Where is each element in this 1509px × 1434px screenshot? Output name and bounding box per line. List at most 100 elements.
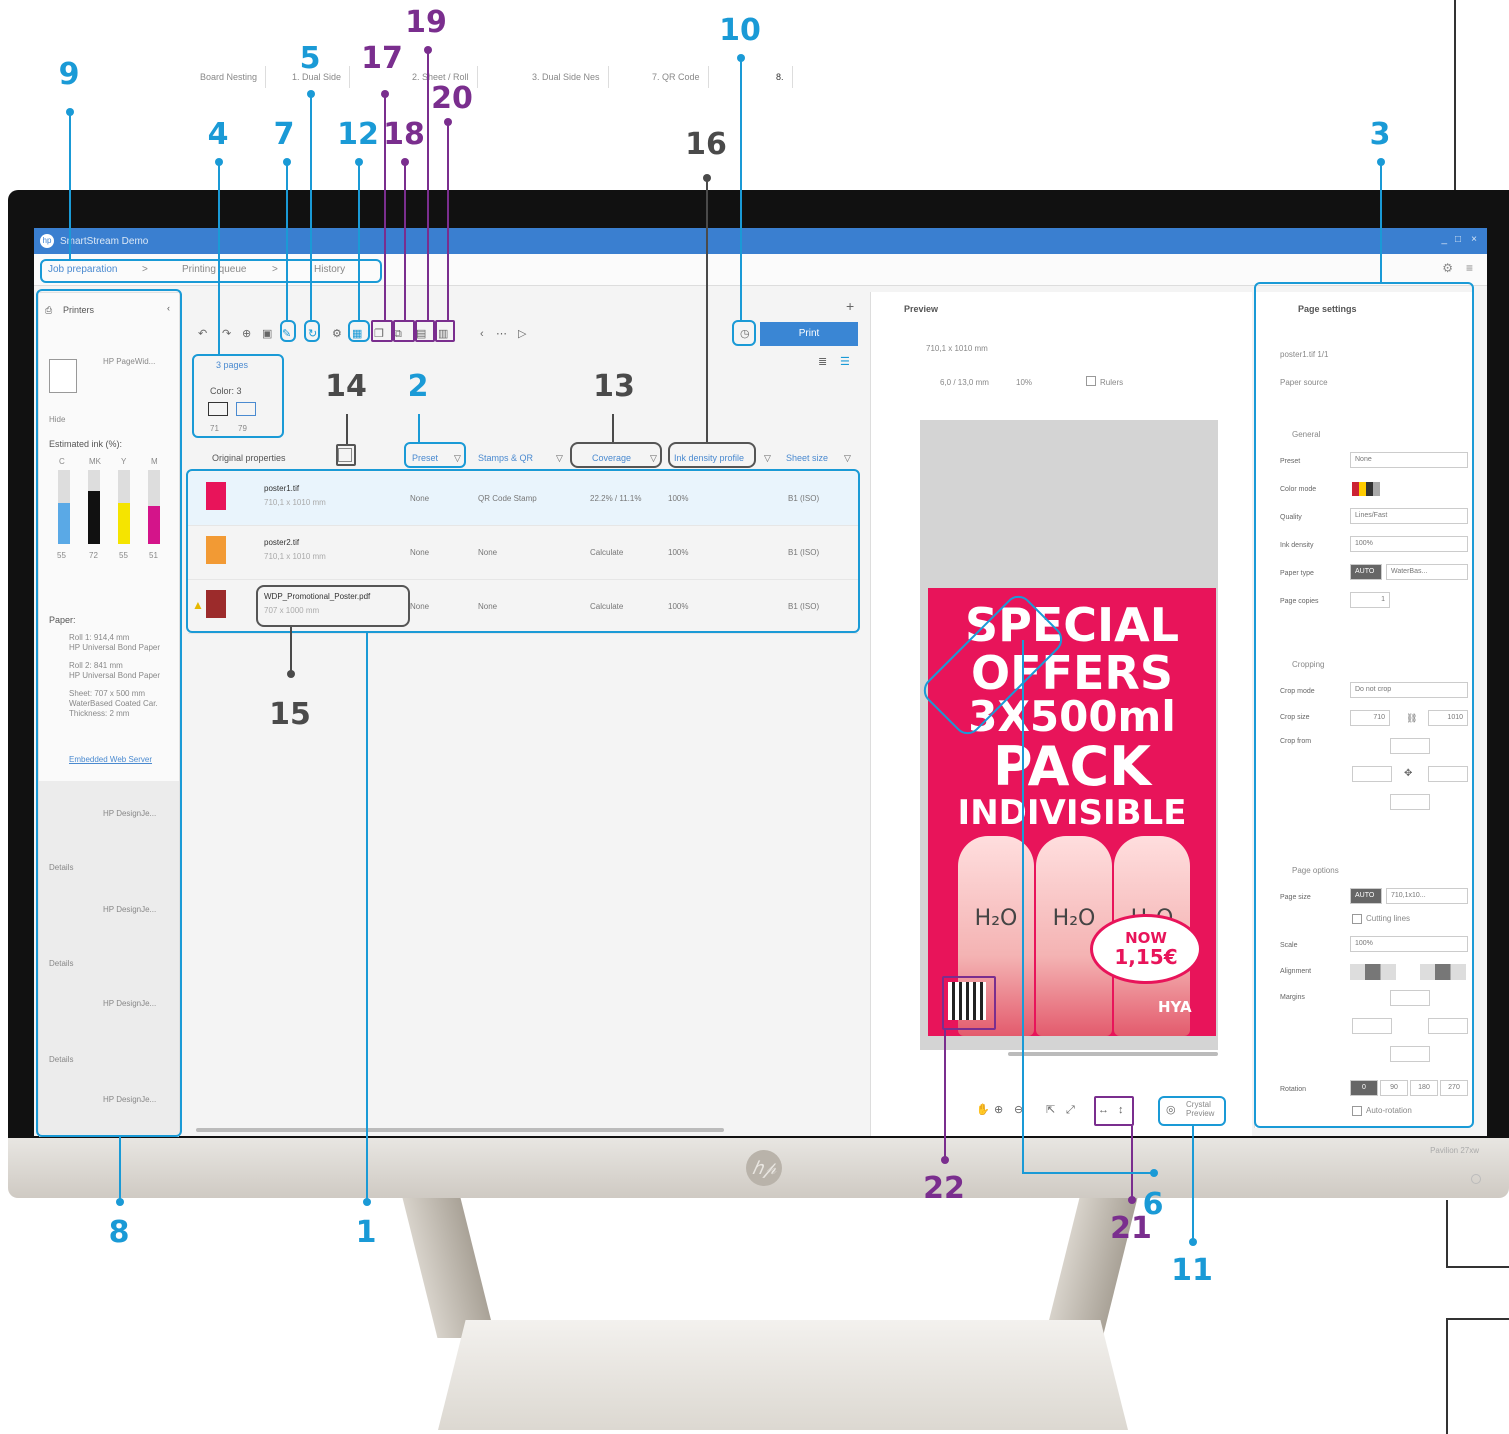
preview-size-info: 6,0 / 13,0 mm	[940, 378, 989, 387]
close-icon[interactable]: ×	[1471, 234, 1477, 245]
save-icon[interactable]: ▣	[262, 328, 272, 340]
more-icon[interactable]: ⋯	[496, 328, 507, 340]
rulers-checkbox[interactable]	[1086, 376, 1096, 386]
callout-box-13	[570, 442, 662, 468]
callout-dot	[363, 1198, 371, 1206]
callout-line-1	[366, 633, 368, 1201]
minimize-icon[interactable]: _	[1441, 234, 1447, 245]
power-icon[interactable]	[1471, 1174, 1481, 1184]
callout-line-15	[290, 627, 292, 673]
callout-line-10	[740, 56, 742, 320]
rulers-label: Rulers	[1100, 378, 1124, 387]
hand-icon[interactable]: ✋	[976, 1104, 990, 1116]
callout-dot	[424, 46, 432, 54]
filter-icon[interactable]: ▽	[764, 452, 771, 464]
maximize-icon[interactable]: □	[1455, 234, 1461, 245]
monitor-base	[438, 1320, 1128, 1430]
callout-dot	[703, 174, 711, 182]
badge-price: 1,15€	[1114, 945, 1178, 969]
callout-box-2	[404, 442, 466, 468]
callout-line-18	[404, 160, 406, 320]
add-icon[interactable]: ⊕	[242, 328, 251, 340]
callout-dot	[215, 158, 223, 166]
tab-current[interactable]: 8.	[768, 66, 793, 88]
callout-dot	[287, 670, 295, 678]
callout-box-22	[942, 976, 996, 1030]
app-logo-icon: hp	[40, 234, 54, 248]
callout-box-16	[668, 442, 756, 468]
callout-17: 17	[361, 41, 403, 76]
menu-icon[interactable]: ≡	[1466, 261, 1473, 275]
hp-logo-icon: ℎ𝓅	[746, 1150, 782, 1186]
callout-2: 2	[407, 369, 429, 404]
callout-box-17	[371, 320, 393, 342]
pointer-icon[interactable]: ⇱	[1046, 1104, 1055, 1116]
preview-zoom[interactable]: 10%	[1016, 378, 1032, 387]
monitor-model: Pavilion 27xw	[1430, 1146, 1479, 1155]
preview-file-label: 710,1 x 1010 mm	[926, 344, 988, 353]
callout-line-6b	[1022, 1172, 1154, 1174]
zoom-in-icon[interactable]: ⊕	[994, 1104, 1003, 1116]
col-sheet-size[interactable]: Sheet size	[786, 453, 828, 463]
callout-dot	[283, 158, 291, 166]
monitor-chin: ℎ𝓅 Pavilion 27xw	[8, 1138, 1509, 1198]
callout-dot	[116, 1198, 124, 1206]
redo-icon[interactable]: ↷	[222, 328, 231, 340]
callout-line-21	[1131, 1126, 1133, 1198]
gear-icon[interactable]: ⚙	[1442, 261, 1453, 275]
callout-box-11	[1158, 1096, 1226, 1126]
filter-icon[interactable]: ▽	[844, 452, 851, 464]
callout-18: 18	[383, 117, 425, 152]
monitor-stand-left	[402, 1198, 496, 1338]
undo-icon[interactable]: ↶	[198, 328, 207, 340]
list-view-icon[interactable]: ≣	[818, 356, 827, 368]
fit-icon[interactable]: ⤢	[1066, 1104, 1075, 1116]
horizontal-scrollbar[interactable]	[196, 1128, 724, 1132]
callout-box-21	[1094, 1096, 1134, 1126]
callout-dot	[941, 1156, 949, 1164]
callout-4: 4	[207, 117, 229, 152]
callout-box-5	[304, 320, 320, 342]
col-original-properties[interactable]: Original properties	[212, 453, 286, 463]
callout-box-4	[192, 354, 284, 438]
callout-box-10	[732, 320, 756, 346]
edge-line	[1446, 1318, 1509, 1320]
callout-line-8	[119, 1137, 121, 1201]
callout-line-6	[1022, 640, 1024, 1174]
callout-line-2	[418, 414, 420, 442]
callout-box-14	[336, 444, 356, 466]
add-tab-icon[interactable]: +	[846, 299, 854, 313]
callout-dot	[401, 158, 409, 166]
callout-box-3	[1254, 282, 1474, 1128]
callout-dot	[355, 158, 363, 166]
callout-dot	[66, 108, 74, 116]
callout-line-14	[346, 414, 348, 444]
callout-line-20	[447, 120, 449, 320]
play-icon[interactable]: ▷	[518, 328, 526, 340]
callout-box-18	[393, 320, 415, 342]
settings-icon[interactable]: ⚙	[332, 328, 342, 340]
tab-qr-code[interactable]: 7. QR Code	[644, 66, 709, 88]
col-stamps-qr[interactable]: Stamps & QR	[478, 453, 533, 463]
callout-16: 16	[685, 127, 727, 162]
preview-title: Preview	[904, 304, 939, 314]
callout-13: 13	[593, 369, 635, 404]
callout-line-11	[1192, 1126, 1194, 1240]
tab-board-nesting[interactable]: Board Nesting	[192, 66, 267, 88]
app-title: SmartStream Demo	[60, 236, 149, 247]
poster-brand: HYA	[1158, 998, 1192, 1016]
callout-line-12	[358, 160, 360, 320]
callout-line-7	[286, 160, 288, 320]
preview-scrollbar[interactable]	[1008, 1052, 1218, 1056]
callout-9: 9	[58, 57, 80, 92]
detail-view-icon[interactable]: ☰	[840, 356, 850, 368]
callout-line-13	[612, 414, 614, 442]
prev-icon[interactable]: ‹	[480, 328, 484, 340]
callout-19: 19	[405, 5, 447, 40]
print-button[interactable]: Print	[760, 322, 858, 346]
price-badge: NOW 1,15€	[1090, 914, 1202, 984]
filter-icon[interactable]: ▽	[556, 452, 563, 464]
tab-dual-side-nes[interactable]: 3. Dual Side Nes	[524, 66, 609, 88]
callout-box-12	[348, 320, 370, 342]
callout-11: 11	[1171, 1253, 1213, 1288]
